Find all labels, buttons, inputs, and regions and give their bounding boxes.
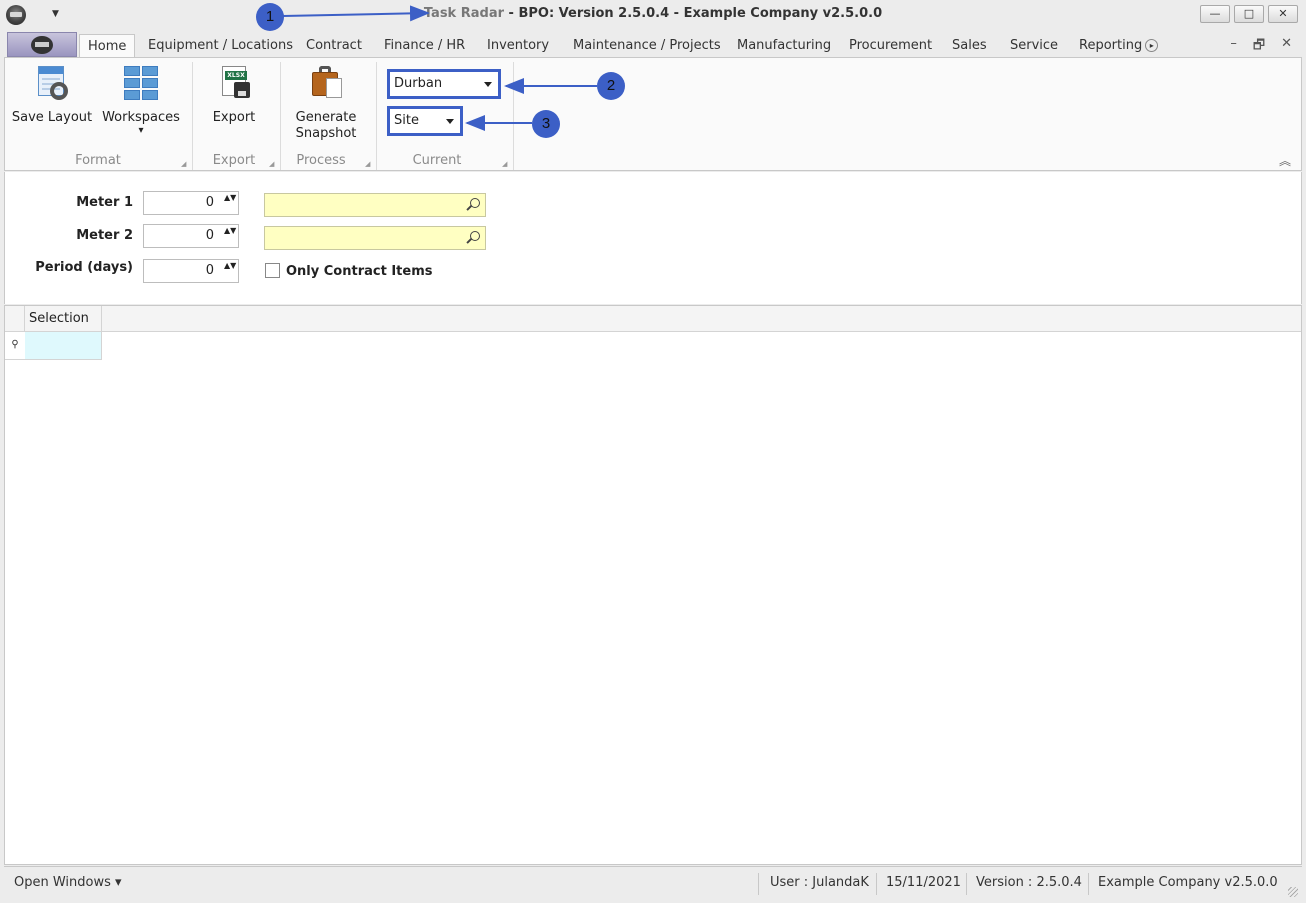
meter1-spin-arrows-icon[interactable]: ▲▼ xyxy=(224,193,236,203)
level-combo-dropdown-icon xyxy=(446,119,454,124)
window-title-details: - BPO: Version 2.5.0.4 - Example Company… xyxy=(504,6,883,21)
workspaces-dropdown-icon: ▾ xyxy=(138,125,144,136)
group-separator xyxy=(513,62,514,170)
search-icon[interactable] xyxy=(470,198,480,208)
tab-contract[interactable]: Contract xyxy=(306,34,362,58)
title-bar: ▼ Task Radar - BPO: Version 2.5.0.4 - Ex… xyxy=(0,0,1306,30)
export-button[interactable]: XLSX Export xyxy=(203,64,265,126)
search-icon[interactable] xyxy=(470,231,480,241)
status-bar: Open Windows ▾ User : JulandaK 15/11/202… xyxy=(4,866,1302,900)
tab-inventory[interactable]: Inventory xyxy=(487,34,549,58)
filter-row-pin-icon: ⚲ xyxy=(11,339,19,350)
status-user: User : JulandaK xyxy=(770,875,869,890)
close-button[interactable]: ✕ xyxy=(1268,5,1298,23)
status-separator xyxy=(758,873,759,895)
save-layout-label: Save Layout xyxy=(11,110,93,125)
resize-grip-icon[interactable] xyxy=(1288,887,1298,897)
mdi-restore-button[interactable]: 🗗 xyxy=(1253,36,1265,58)
export-dialog-launcher-icon[interactable]: ◢ xyxy=(269,160,274,168)
tab-manufacturing[interactable]: Manufacturing xyxy=(737,34,831,58)
tab-reporting-label: Reporting xyxy=(1079,38,1143,53)
meter2-spin-arrows-icon[interactable]: ▲▼ xyxy=(224,226,236,236)
window-controls: — □ ✕ xyxy=(1200,5,1298,23)
save-layout-button[interactable]: Save Layout xyxy=(11,64,93,126)
annotation-callout-3: 3 xyxy=(532,110,560,138)
tab-service[interactable]: Service xyxy=(1010,34,1058,58)
meter1-value: 0 xyxy=(205,195,214,210)
status-date: 15/11/2021 xyxy=(886,875,961,890)
tab-finance-hr[interactable]: Finance / HR xyxy=(384,34,465,58)
tab-equipment-locations[interactable]: Equipment / Locations xyxy=(148,34,293,58)
meter2-lookup-field[interactable] xyxy=(264,226,486,250)
mdi-controls: – 🗗 ✕ xyxy=(1230,36,1292,58)
group-label-process: Process xyxy=(296,153,346,168)
group-label-export: Export xyxy=(212,153,256,168)
mdi-close-button[interactable]: ✕ xyxy=(1281,36,1292,58)
only-contract-items-checkbox[interactable] xyxy=(265,263,280,278)
location-combo-dropdown-icon xyxy=(484,82,492,87)
meter1-lookup-field[interactable] xyxy=(264,193,486,217)
location-combo-value: Durban xyxy=(394,76,443,91)
generate-snapshot-button[interactable]: Generate Snapshot xyxy=(289,64,363,142)
status-company: Example Company v2.5.0.0 xyxy=(1098,875,1278,890)
tab-sales[interactable]: Sales xyxy=(952,34,987,58)
filter-panel: Meter 1 0 ▲▼ Meter 2 0 ▲▼ Period (days) … xyxy=(4,172,1302,304)
tab-reporting[interactable]: Reporting ▸ xyxy=(1079,34,1159,58)
open-windows-button[interactable]: Open Windows ▾ xyxy=(14,875,122,890)
status-version: Version : 2.5.0.4 xyxy=(976,875,1082,890)
period-value: 0 xyxy=(205,263,214,278)
process-dialog-launcher-icon[interactable]: ◢ xyxy=(365,160,370,168)
status-separator xyxy=(1088,873,1089,895)
level-combo[interactable]: Site xyxy=(387,106,463,136)
period-spinner[interactable]: 0 ▲▼ xyxy=(143,259,239,283)
column-header-selection[interactable]: Selection xyxy=(25,306,102,332)
maximize-button[interactable]: □ xyxy=(1234,5,1264,23)
generate-snapshot-label-line2: Snapshot xyxy=(295,126,357,141)
workspaces-button[interactable]: Workspaces ▾ xyxy=(101,64,181,136)
application-menu-button[interactable] xyxy=(7,32,77,57)
auto-filter-row: ⚲ xyxy=(5,332,102,360)
grid-header: Selection xyxy=(5,306,1301,332)
collapse-ribbon-icon[interactable]: ︽ xyxy=(1279,152,1291,169)
selection-filter-cell[interactable] xyxy=(25,332,102,359)
minimize-button[interactable]: — xyxy=(1200,5,1230,23)
ribbon-panel: Save Layout Workspaces ▾ Format ◢ XLSX E… xyxy=(4,57,1302,171)
level-combo-value: Site xyxy=(394,113,419,128)
meter1-label: Meter 1 xyxy=(76,195,133,210)
snapshot-briefcase-icon xyxy=(308,64,344,104)
selection-grid: Selection ⚲ xyxy=(4,305,1302,865)
workspaces-icon xyxy=(123,64,159,104)
current-dialog-launcher-icon[interactable]: ◢ xyxy=(502,160,507,168)
only-contract-items-label[interactable]: Only Contract Items xyxy=(286,264,433,279)
annotation-callout-1: 1 xyxy=(256,3,284,31)
app-menu-logo-icon xyxy=(31,36,53,54)
tab-scroll-right-icon[interactable]: ▸ xyxy=(1145,39,1159,52)
ribbon-tabs: Home Equipment / Locations Contract Fina… xyxy=(0,30,1306,59)
group-label-format: Format xyxy=(75,153,121,168)
generate-snapshot-label-line1: Generate xyxy=(295,110,357,125)
annotation-callout-2: 2 xyxy=(597,72,625,100)
export-label: Export xyxy=(212,110,256,125)
status-separator xyxy=(876,873,877,895)
location-combo[interactable]: Durban xyxy=(387,69,501,99)
window-title-app-name: Task Radar xyxy=(423,6,505,21)
row-indicator-header xyxy=(5,306,25,332)
status-separator xyxy=(966,873,967,895)
period-spin-arrows-icon[interactable]: ▲▼ xyxy=(224,261,236,271)
period-label: Period (days) xyxy=(35,260,133,275)
window-title: Task Radar - BPO: Version 2.5.0.4 - Exam… xyxy=(0,6,1306,21)
workspaces-label: Workspaces xyxy=(102,110,180,125)
format-dialog-launcher-icon[interactable]: ◢ xyxy=(181,160,186,168)
save-layout-icon xyxy=(34,64,70,104)
export-xlsx-icon: XLSX xyxy=(216,64,252,104)
tab-home[interactable]: Home xyxy=(79,34,136,59)
mdi-minimize-button[interactable]: – xyxy=(1230,36,1237,58)
meter2-label: Meter 2 xyxy=(76,228,133,243)
meter2-value: 0 xyxy=(205,228,214,243)
meter1-spinner[interactable]: 0 ▲▼ xyxy=(143,191,239,215)
tab-maintenance-projects[interactable]: Maintenance / Projects xyxy=(573,34,721,58)
meter2-spinner[interactable]: 0 ▲▼ xyxy=(143,224,239,248)
group-label-current: Current xyxy=(412,153,462,168)
tab-procurement[interactable]: Procurement xyxy=(849,34,932,58)
